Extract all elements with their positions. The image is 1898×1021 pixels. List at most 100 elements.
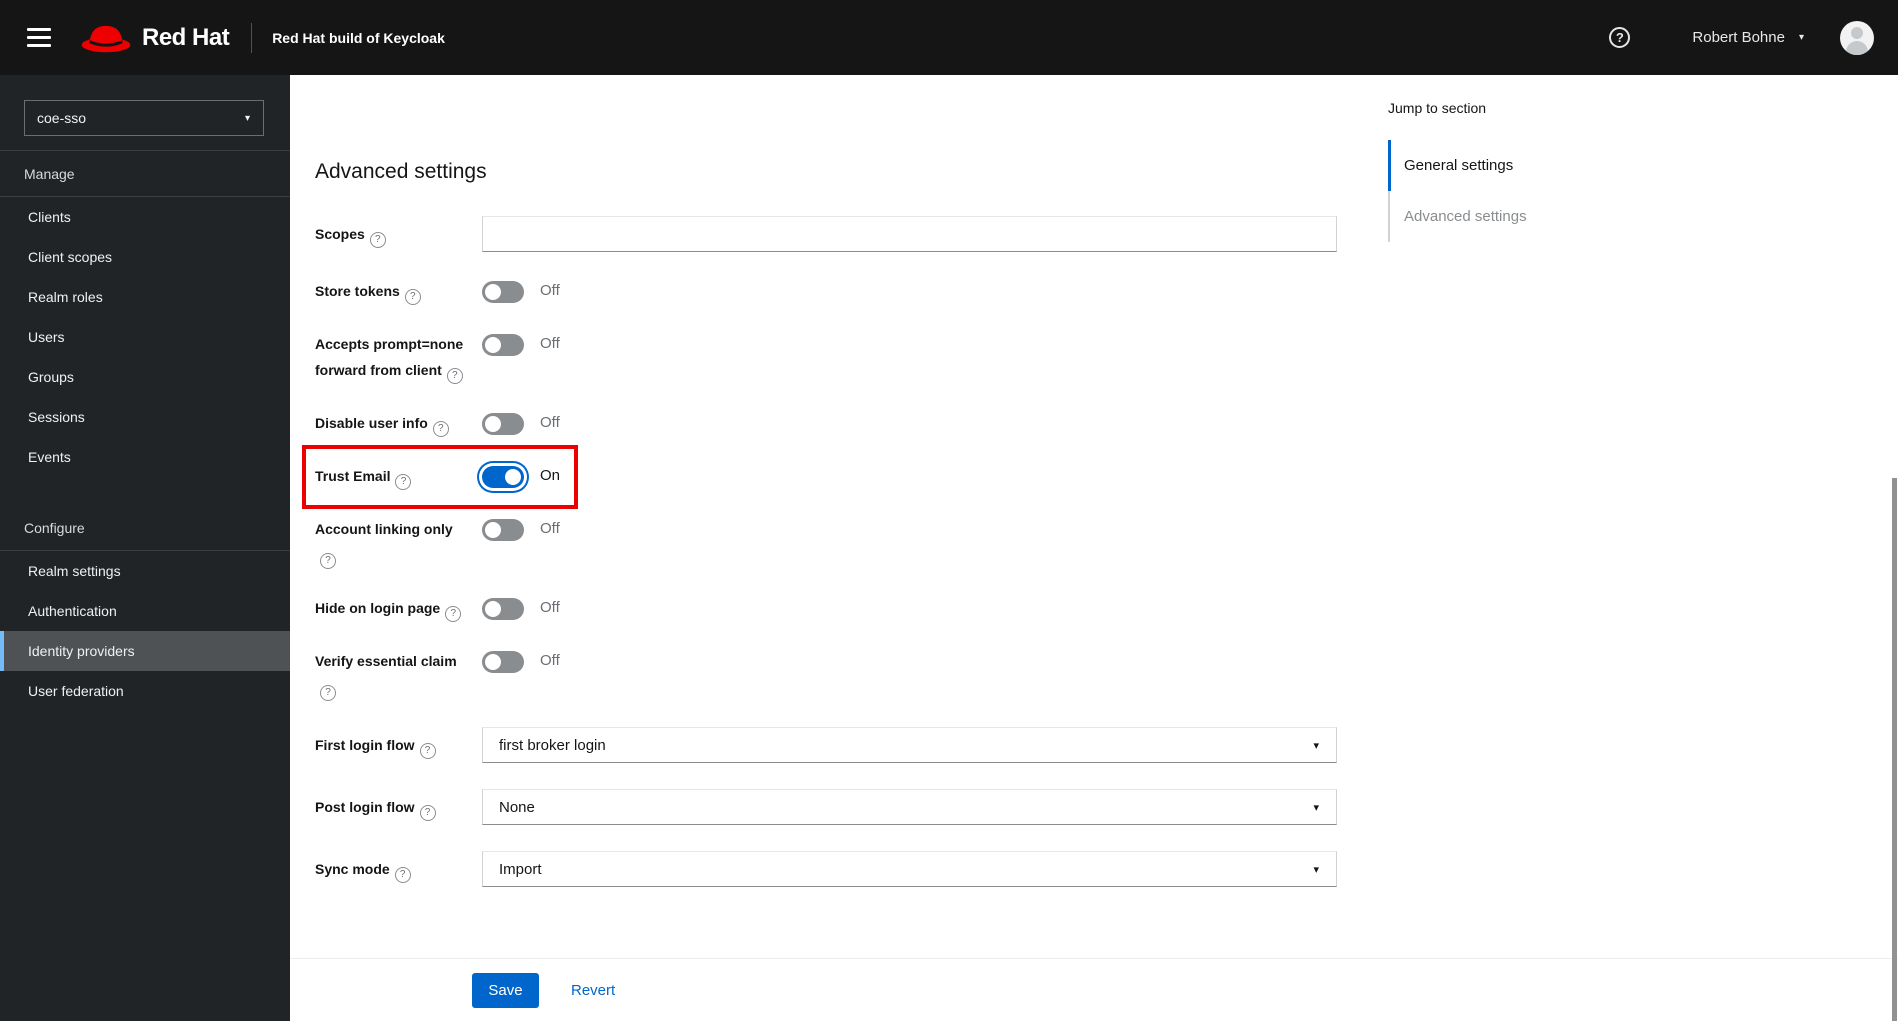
realm-selector[interactable]: coe-sso ▾: [24, 100, 264, 136]
sidebar: coe-sso ▾ Manage Clients Client scopes Real…: [0, 75, 290, 1021]
chevron-down-icon: ▾: [244, 112, 250, 124]
form-row-verify-essential-claim: Verify essential claim? Off: [315, 648, 1337, 701]
field-label: Trust Email?: [315, 463, 482, 490]
header-divider: [251, 22, 253, 53]
form-row-hide-on-login-page: Hide on login page? Off: [315, 595, 1337, 622]
form-row-account-linking-only: Account linking only? Off: [315, 516, 1337, 569]
field-label: Scopes?: [315, 221, 482, 248]
jump-link-general-settings[interactable]: General settings: [1388, 140, 1608, 191]
accepts-prompt-none-forward-from-client-toggle[interactable]: [482, 334, 524, 356]
help-icon[interactable]: ?: [1609, 27, 1631, 48]
nav-group-configure: Configure Realm settings Authentication Ide…: [0, 505, 290, 711]
help-icon[interactable]: ?: [369, 231, 386, 248]
sidebar-item-authentication[interactable]: Authentication: [0, 591, 290, 631]
sidebar-item-client-scopes[interactable]: Client scopes: [0, 237, 290, 277]
help-icon[interactable]: ?: [395, 474, 412, 490]
help-icon[interactable]: ?: [446, 368, 463, 384]
field-label: Account linking only?: [315, 516, 482, 569]
sidebar-item-sessions[interactable]: Sessions: [0, 397, 290, 437]
verify-essential-claim-toggle[interactable]: [482, 651, 524, 673]
nav-group-title: Configure: [0, 505, 290, 551]
field-label: First login flow?: [315, 732, 482, 759]
field-label: Post login flow?: [315, 794, 482, 821]
form-row-accepts-prompt-none-forward-from-client: Accepts prompt=none forward from client?…: [315, 331, 1337, 384]
form-actions-bar: Save Revert: [290, 958, 1898, 1021]
nav-group-title: Manage: [0, 151, 290, 197]
sync-mode-select[interactable]: Import ▾: [482, 851, 1337, 887]
realm-name: coe-sso: [37, 110, 87, 126]
post-login-flow-select[interactable]: None ▾: [482, 789, 1337, 825]
chevron-down-icon: ▾: [1313, 801, 1319, 814]
first-login-flow-select[interactable]: first broker login ▾: [482, 727, 1337, 763]
store-tokens-toggle[interactable]: [482, 281, 524, 303]
app-header: Red Hat Red Hat build of Keycloak ? Robe…: [0, 0, 1898, 75]
select-value: None: [499, 798, 535, 816]
help-icon[interactable]: ?: [419, 742, 436, 759]
vertical-scrollbar[interactable]: [1892, 478, 1897, 1021]
sidebar-item-users[interactable]: Users: [0, 317, 290, 357]
user-menu[interactable]: Robert Bohne ▾: [1692, 29, 1804, 46]
sidebar-item-realm-settings[interactable]: Realm settings: [0, 551, 290, 591]
account-linking-only-toggle[interactable]: [482, 519, 524, 541]
save-button[interactable]: Save: [472, 972, 539, 1008]
form-row-first-login-flow: First login flow? first broker login ▾: [315, 727, 1337, 763]
form-row-sync-mode: Sync mode? Import ▾: [315, 851, 1337, 887]
toggle-state-label: Off: [540, 282, 560, 299]
field-label: Store tokens?: [315, 278, 482, 305]
form-row-post-login-flow: Post login flow? None ▾: [315, 789, 1337, 825]
trust-email-toggle[interactable]: [482, 466, 524, 488]
nav-group-manage: Manage Clients Client scopes Realm roles Use…: [0, 151, 290, 477]
toggle-state-label: Off: [540, 335, 560, 352]
revert-link[interactable]: Revert: [571, 982, 615, 999]
select-value: first broker login: [499, 736, 606, 754]
help-icon[interactable]: ?: [404, 289, 421, 305]
hide-on-login-page-toggle[interactable]: [482, 598, 524, 620]
help-icon[interactable]: ?: [394, 866, 411, 883]
hamburger-menu-icon[interactable]: [16, 18, 62, 58]
page-title: Advanced settings: [315, 160, 487, 183]
toggle-state-label: Off: [540, 652, 560, 669]
jump-link-list: General settings Advanced settings: [1388, 140, 1608, 242]
chevron-down-icon: ▾: [1313, 739, 1319, 752]
toggle-state-label: Off: [540, 520, 560, 537]
help-icon[interactable]: ?: [320, 685, 336, 701]
sidebar-item-groups[interactable]: Groups: [0, 357, 290, 397]
jump-panel-title: Jump to section: [1388, 100, 1487, 116]
field-label: Accepts prompt=none forward from client?: [315, 331, 482, 384]
field-label: Sync mode?: [315, 856, 482, 883]
jump-to-section-panel: Jump to section General settings Advanced…: [1388, 100, 1608, 242]
help-icon[interactable]: ?: [432, 421, 449, 437]
field-label: Hide on login page?: [315, 595, 482, 622]
help-icon[interactable]: ?: [445, 606, 462, 622]
sidebar-item-identity-providers[interactable]: Identity providers: [0, 631, 290, 671]
chevron-down-icon: ▾: [1798, 32, 1804, 43]
redhat-logo-text: Red Hat: [142, 23, 230, 51]
product-title: Red Hat build of Keycloak: [272, 29, 445, 46]
field-label: Verify essential claim?: [315, 648, 482, 701]
select-value: Import: [499, 860, 542, 878]
disable-user-info-toggle[interactable]: [482, 413, 524, 435]
sidebar-item-events[interactable]: Events: [0, 437, 290, 477]
form-row-store-tokens: Store tokens? Off: [315, 278, 1337, 305]
main-content: Advanced settings Scopes? Store tokens? Of…: [290, 75, 1898, 1021]
advanced-settings-form: Scopes? Store tokens? Off Accepts prompt=no…: [302, 216, 1337, 887]
toggle-state-label: Off: [540, 414, 560, 431]
help-icon[interactable]: ?: [320, 553, 336, 569]
help-icon[interactable]: ?: [419, 804, 436, 821]
toggle-state-label: Off: [540, 599, 560, 616]
form-row-trust-email: Trust Email? On: [302, 445, 1337, 509]
field-label: Disable user info?: [315, 410, 482, 437]
sidebar-item-realm-roles[interactable]: Realm roles: [0, 277, 290, 317]
sidebar-item-clients[interactable]: Clients: [0, 197, 290, 237]
jump-link-advanced-settings[interactable]: Advanced settings: [1390, 191, 1608, 242]
form-row-disable-user-info: Disable user info? Off: [315, 410, 1337, 437]
avatar[interactable]: [1840, 20, 1874, 55]
sidebar-item-user-federation[interactable]: User federation: [0, 671, 290, 711]
form-row-scopes: Scopes?: [315, 216, 1337, 252]
scopes-input[interactable]: [482, 216, 1337, 252]
redhat-fedora-icon: [81, 25, 131, 52]
redhat-logo: Red Hat: [80, 20, 230, 56]
chevron-down-icon: ▾: [1313, 863, 1319, 876]
sidebar-nav: Manage Clients Client scopes Realm roles Use…: [0, 151, 290, 711]
toggle-state-label: On: [540, 467, 561, 484]
